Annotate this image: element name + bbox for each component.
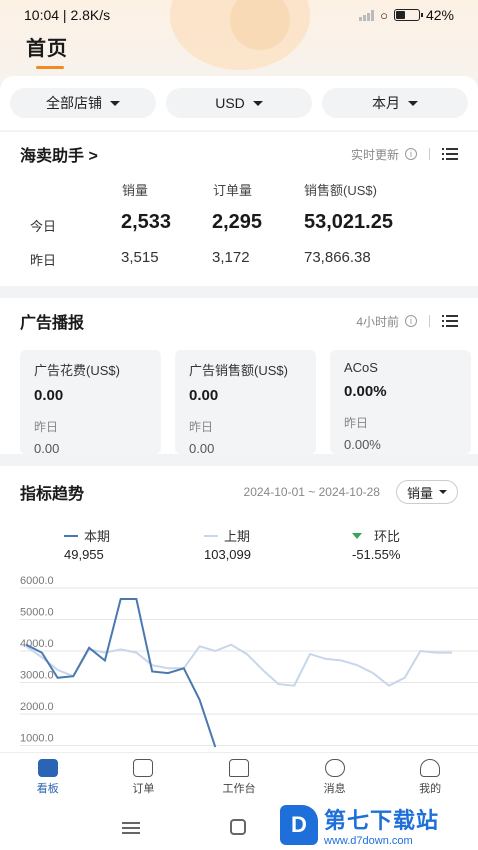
y-tick-label: 6000.0 xyxy=(20,575,54,587)
list-icon[interactable] xyxy=(442,148,458,160)
message-icon xyxy=(324,759,345,777)
wifi-icon: ○ xyxy=(380,7,388,23)
tab-messages[interactable]: 消息 xyxy=(287,753,383,802)
home-icon xyxy=(228,759,249,777)
menu-icon[interactable] xyxy=(122,822,140,834)
title-underline xyxy=(36,66,64,69)
ad-spend-box[interactable]: 广告花费(US$) 0.00 昨日 0.00 xyxy=(20,350,161,454)
table-row: 昨日 3,515 3,172 73,866.38 xyxy=(30,249,371,268)
ads-updated: 4小时前 xyxy=(356,314,399,329)
ads-card: 广告播报 4小时前 i 广告花费(US$) 0.00 昨日 0.00 广告销售额… xyxy=(0,298,478,454)
down-arrow-icon xyxy=(352,532,362,539)
tab-orders[interactable]: 订单 xyxy=(96,753,192,802)
y-tick-label: 1000.0 xyxy=(20,733,54,745)
ad-metrics: 广告花费(US$) 0.00 昨日 0.00 广告销售额(US$) 0.00 昨… xyxy=(0,350,478,454)
caret-down-icon xyxy=(252,100,263,106)
battery-percent: 42% xyxy=(425,7,454,23)
caret-down-icon xyxy=(408,100,418,106)
tab-dashboard[interactable]: 看板 xyxy=(0,753,96,802)
date-range[interactable]: 2024-10-01 ~ 2024-10-28 xyxy=(244,485,380,499)
status-bar: 10:04 | 2.8K/s ○ 42% xyxy=(0,0,478,30)
column-header: 订单量 xyxy=(213,183,253,198)
watermark-logo: D xyxy=(280,805,318,845)
y-tick-label: 2000.0 xyxy=(20,701,54,713)
ads-title: 广告播报 xyxy=(20,315,85,332)
page-header: 首页 xyxy=(26,32,68,69)
realtime-label: 实时更新 xyxy=(350,147,399,162)
legend-previous[interactable]: 上期 103,099 xyxy=(204,526,251,562)
caret-down-icon xyxy=(110,100,120,106)
order-icon xyxy=(133,759,154,777)
watermark: D 第七下载站 www.d7down.com xyxy=(280,800,478,850)
legend-change: 环比 -51.55% xyxy=(352,529,401,562)
chart-legend: 本期 49,955 上期 103,099 环比 -51.55% xyxy=(0,518,478,562)
series-line-本期 xyxy=(25,598,217,748)
user-icon xyxy=(420,759,441,777)
list-icon[interactable] xyxy=(442,315,458,327)
legend-line-icon xyxy=(204,534,218,537)
metric-select[interactable]: 销量 xyxy=(395,480,458,504)
watermark-name: 第七下载站 xyxy=(324,808,440,833)
filter-bar: 全部店铺 USD 本月 xyxy=(0,76,478,130)
y-tick-label: 5000.0 xyxy=(20,607,54,619)
page-title: 首页 xyxy=(26,38,68,60)
sales-table: 销量 订单量 销售额(US$) 今日 2,533 2,295 53,021.25… xyxy=(0,180,478,276)
watermark-url: www.d7down.com xyxy=(324,835,413,847)
tab-profile[interactable]: 我的 xyxy=(382,753,478,802)
signal-icon xyxy=(359,9,375,21)
legend-line-icon xyxy=(64,534,78,537)
table-row: 今日 2,533 2,295 53,021.25 xyxy=(30,211,393,234)
currency-filter[interactable]: USD xyxy=(166,88,312,118)
battery-icon xyxy=(393,9,423,21)
column-header: 销售额(US$) xyxy=(304,183,377,198)
legend-current[interactable]: 本期 49,955 xyxy=(64,526,110,562)
ad-sales-box[interactable]: 广告销售额(US$) 0.00 昨日 0.00 xyxy=(175,350,316,454)
trend-title: 指标趋势 xyxy=(20,486,85,503)
column-header: 销量 xyxy=(122,183,149,198)
home-button[interactable] xyxy=(230,819,246,835)
trend-card: 指标趋势 2024-10-01 ~ 2024-10-28 销量 本期 49,95… xyxy=(0,466,478,752)
caret-down-icon xyxy=(439,490,447,494)
y-tick-label: 4000.0 xyxy=(20,638,54,650)
period-filter[interactable]: 本月 xyxy=(322,88,468,118)
status-time: 10:04 | 2.8K/s xyxy=(24,7,111,23)
trend-chart[interactable]: 6000.0 5000.0 4000.0 3000.0 2000.0 1000.0 xyxy=(0,566,478,752)
sales-title[interactable]: 海卖助手 > xyxy=(20,142,98,166)
chart-icon xyxy=(37,759,58,777)
info-icon[interactable]: i xyxy=(405,148,417,160)
acos-box[interactable]: ACoS 0.00% 昨日 0.00% xyxy=(330,350,471,454)
tab-workbench[interactable]: 工作台 xyxy=(191,753,287,802)
info-icon[interactable]: i xyxy=(405,315,417,327)
sales-card: 海卖助手 > 实时更新 i 销量 订单量 销售额(US$) 今日 2,533 2… xyxy=(0,132,478,286)
store-filter[interactable]: 全部店铺 xyxy=(10,88,156,118)
bottom-tab-bar: 看板 订单 工作台 消息 我的 xyxy=(0,752,478,802)
y-tick-label: 3000.0 xyxy=(20,670,54,682)
